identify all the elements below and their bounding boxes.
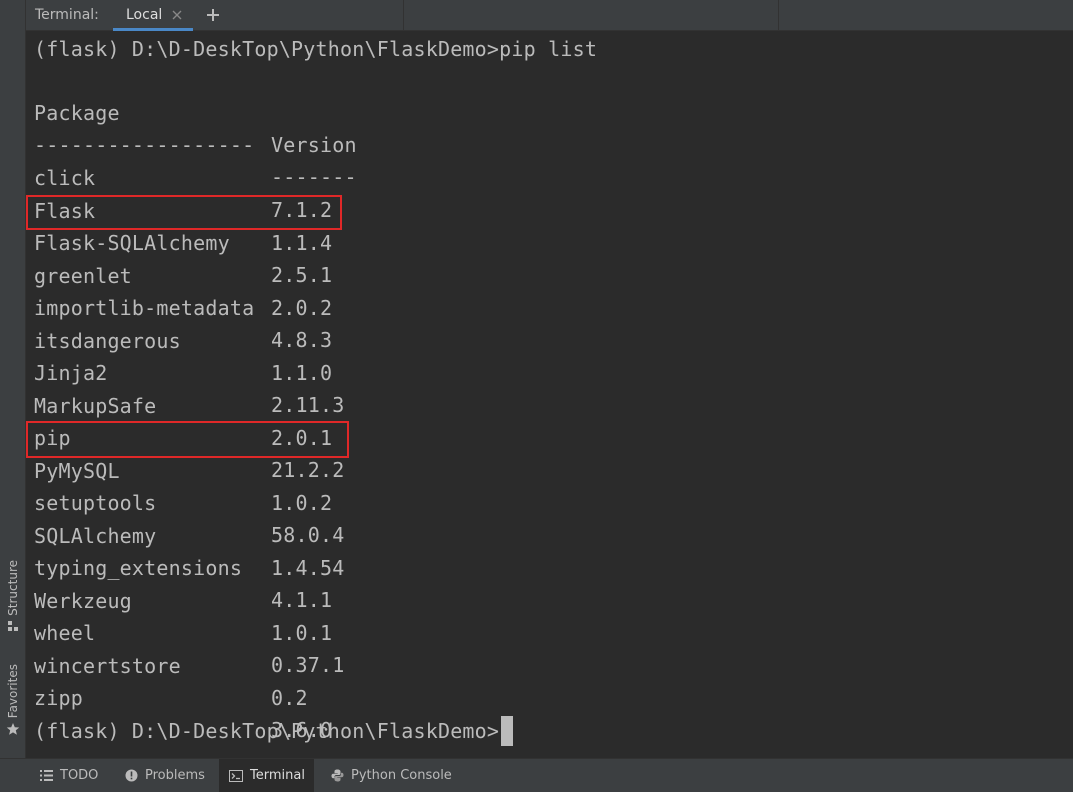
- package-row: zipp 3.6.0: [26, 650, 626, 742]
- list-icon: [40, 770, 53, 781]
- highlight-box-flask-sqlalchemy: [26, 195, 342, 230]
- package-row: wheel 0.37.1: [26, 585, 626, 677]
- package-row: itsdangerous 1.1.0: [26, 293, 626, 385]
- info-icon: [125, 769, 138, 782]
- ide-window: Structure Favorites Terminal: Local (fla…: [0, 0, 1073, 792]
- package-name: zipp: [34, 686, 83, 710]
- package-row: greenlet 2.0.2: [26, 228, 626, 320]
- new-tab-plus-icon[interactable]: [204, 6, 222, 24]
- bottom-tab-terminal-label: Terminal: [250, 768, 305, 783]
- package-row: setuptools 58.0.4: [26, 455, 626, 547]
- package-version: 0.2: [271, 686, 308, 710]
- terminal-title: Terminal:: [35, 7, 99, 23]
- final-prompt-line: (flask) D:\D-DeskTop\Python\FlaskDemo>: [34, 715, 514, 747]
- package-row: Flask 1.1.4: [26, 163, 626, 255]
- package-row: MarkupSafe 2.0.1: [26, 358, 626, 450]
- python-icon: [331, 769, 344, 782]
- bottom-tab-problems-label: Problems: [145, 768, 205, 783]
- structure-tab[interactable]: Structure: [0, 560, 26, 632]
- package-row: Werkzeug 1.0.1: [26, 553, 626, 645]
- favorites-tab[interactable]: Favorites: [0, 664, 26, 736]
- terminal-output[interactable]: (flask) D:\D-DeskTop\Python\FlaskDemo> pi…: [26, 31, 1073, 758]
- package-row: wincertstore 0.2: [26, 618, 626, 710]
- structure-tab-label: Structure: [6, 560, 20, 616]
- highlight-box-pymysql: [26, 421, 349, 458]
- close-icon[interactable]: [172, 10, 182, 20]
- bottom-tab-python-console[interactable]: Python Console: [321, 759, 462, 792]
- bottom-tab-todo-label: TODO: [60, 768, 99, 783]
- favorites-tab-label: Favorites: [6, 664, 20, 719]
- command-line: (flask) D:\D-DeskTop\Python\FlaskDemo>pi…: [34, 37, 598, 61]
- bottom-tab-terminal[interactable]: Terminal: [219, 759, 314, 792]
- terminal-header: Terminal: Local: [26, 0, 1073, 31]
- bottom-tool-bar: TODO Problems Terminal Python Console: [0, 758, 1073, 792]
- text-cursor: [501, 715, 514, 746]
- terminal-icon: [229, 769, 243, 782]
- bottom-tab-problems[interactable]: Problems: [115, 759, 215, 792]
- structure-icon: [8, 620, 18, 631]
- package-row: Jinja2 2.11.3: [26, 325, 626, 417]
- table-header-row: Package Version: [26, 65, 626, 157]
- tab-local[interactable]: Local: [113, 0, 193, 31]
- header-divider: [778, 0, 779, 31]
- final-prompt-text: (flask) D:\D-DeskTop\Python\FlaskDemo>: [34, 719, 500, 743]
- bottom-tab-python-console-label: Python Console: [351, 768, 452, 783]
- table-separator-row: ------------------ -------: [26, 97, 626, 189]
- package-row: importlib-metadata 4.8.3: [26, 260, 626, 352]
- package-row: pip 21.2.2: [26, 390, 626, 482]
- bottom-tab-todo[interactable]: TODO: [30, 759, 108, 792]
- package-row: typing_extensions 4.1.1: [26, 520, 626, 612]
- left-tool-strip: Structure Favorites: [0, 0, 26, 758]
- header-divider: [403, 0, 404, 31]
- star-icon: [6, 723, 20, 736]
- tab-local-label: Local: [126, 7, 163, 23]
- package-row: click 7.1.2: [26, 130, 626, 222]
- package-row: SQLAlchemy 1.4.54: [26, 488, 626, 580]
